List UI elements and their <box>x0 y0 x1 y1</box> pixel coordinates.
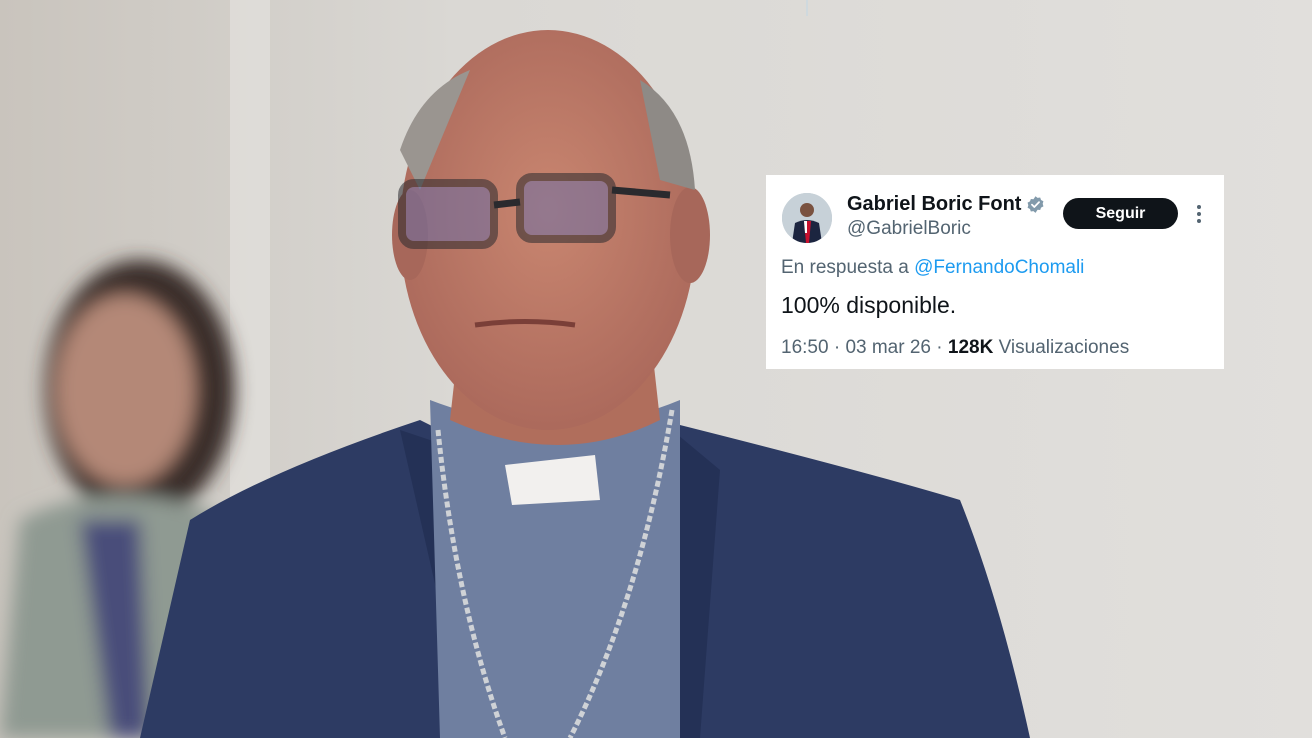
tweet-date[interactable]: 03 mar 26 <box>845 337 931 358</box>
verified-badge-icon <box>1028 196 1044 213</box>
reply-mention-link[interactable]: @FernandoChomali <box>914 257 1084 278</box>
meta-separator: · <box>936 337 943 358</box>
thread-line <box>806 0 808 16</box>
reply-prefix: En respuesta a <box>781 257 909 278</box>
tweet-card: Gabriel Boric Font @GabrielBoric Seguir … <box>766 175 1224 369</box>
display-name[interactable]: Gabriel Boric Font <box>847 193 1021 216</box>
avatar-image <box>782 193 832 243</box>
more-options-icon[interactable] <box>1189 203 1209 225</box>
background-photo <box>0 0 1312 738</box>
views-count: 128K <box>947 337 994 358</box>
reply-context: En respuesta a @FernandoChomali <box>781 257 1084 279</box>
tweet-time[interactable]: 16:50 <box>781 337 829 358</box>
handle[interactable]: @GabrielBoric <box>847 218 971 240</box>
author-row: Gabriel Boric Font <box>847 193 1045 216</box>
avatar[interactable] <box>782 193 832 243</box>
tweet-meta: 16:50 · 03 mar 26 · 128K Visualizaciones <box>781 337 1129 359</box>
tweet-text: 100% disponible. <box>781 292 957 318</box>
meta-separator: · <box>833 337 841 358</box>
follow-button[interactable]: Seguir <box>1063 198 1178 229</box>
views-label: Visualizaciones <box>998 337 1130 358</box>
